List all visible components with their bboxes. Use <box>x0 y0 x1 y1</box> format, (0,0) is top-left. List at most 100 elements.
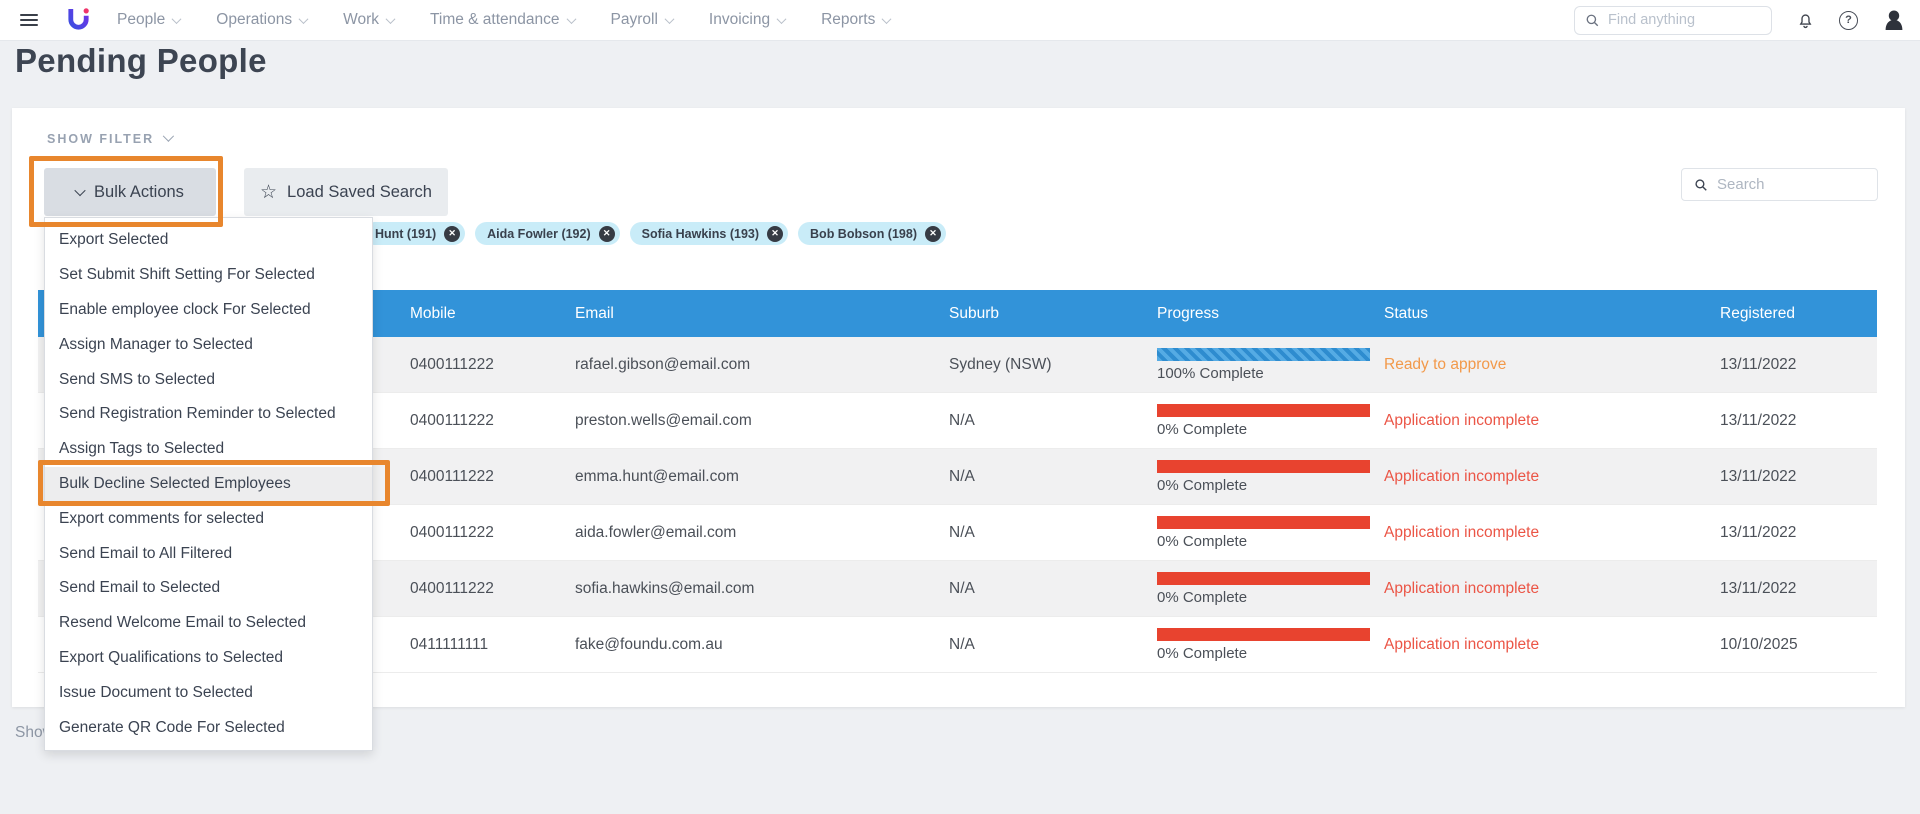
nav-item-invoicing[interactable]: Invoicing <box>709 11 785 29</box>
cell-status: Application incomplete <box>1384 412 1720 430</box>
progress-bar <box>1157 404 1370 417</box>
cell-status: Ready to approve <box>1384 356 1720 374</box>
search-icon <box>1585 13 1600 28</box>
cell-suburb: N/A <box>949 636 1157 654</box>
cell-progress: 100% Complete <box>1157 348 1384 382</box>
cell-status: Application incomplete <box>1384 580 1720 598</box>
cell-suburb: N/A <box>949 468 1157 486</box>
bulk-menu-item[interactable]: Send SMS to Selected <box>45 362 372 397</box>
table-search-input[interactable] <box>1717 176 1847 193</box>
cell-mobile: 0400111222 <box>410 412 575 430</box>
remove-chip-icon[interactable]: ✕ <box>767 226 783 242</box>
bulk-menu-item[interactable]: Assign Tags to Selected <box>45 432 372 467</box>
bulk-menu-item[interactable]: Export Qualifications to Selected <box>45 641 372 676</box>
cell-suburb: N/A <box>949 412 1157 430</box>
show-filter-toggle[interactable]: SHOW FILTER <box>47 132 171 146</box>
remove-chip-icon[interactable]: ✕ <box>925 226 941 242</box>
filter-chip[interactable]: Hunt (191) ✕ <box>363 222 465 245</box>
nav-item-label: Payroll <box>611 11 658 29</box>
cell-registered: 13/11/2022 <box>1720 412 1877 430</box>
cell-registered: 13/11/2022 <box>1720 468 1877 486</box>
cell-mobile: 0400111222 <box>410 468 575 486</box>
user-avatar[interactable] <box>1882 7 1906 33</box>
progress-bar <box>1157 572 1370 585</box>
nav-item-time-attendance[interactable]: Time & attendance <box>430 11 575 29</box>
chevron-down-icon <box>163 131 174 142</box>
page-title: Pending People <box>15 42 267 80</box>
chevron-down-icon <box>386 14 396 24</box>
progress-bar <box>1157 348 1370 361</box>
global-search[interactable] <box>1574 6 1772 35</box>
progress-bar <box>1157 460 1370 473</box>
chevron-down-icon <box>299 14 309 24</box>
filter-chip[interactable]: Aida Fowler (192) ✕ <box>475 222 620 245</box>
cell-suburb: N/A <box>949 580 1157 598</box>
chevron-down-icon <box>664 14 674 24</box>
nav-item-reports[interactable]: Reports <box>821 11 890 29</box>
bulk-menu-item[interactable]: Assign Manager to Selected <box>45 327 372 362</box>
column-header: Suburb <box>949 305 1157 323</box>
chevron-down-icon <box>777 14 787 24</box>
search-icon <box>1694 178 1708 192</box>
progress-label: 0% Complete <box>1157 477 1384 494</box>
filter-chip[interactable]: Bob Bobson (198) ✕ <box>798 222 946 245</box>
cell-mobile: 0400111222 <box>410 580 575 598</box>
bulk-menu-item[interactable]: Generate QR Code For Selected <box>45 710 372 745</box>
bulk-menu-item[interactable]: Set Submit Shift Setting For Selected <box>45 258 372 293</box>
bulk-menu-item[interactable]: Export Selected <box>45 223 372 258</box>
filter-chip-label: Hunt (191) <box>375 227 436 241</box>
cell-registered: 10/10/2025 <box>1720 636 1877 654</box>
nav-item-payroll[interactable]: Payroll <box>611 11 673 29</box>
cell-email: preston.wells@email.com <box>575 412 949 430</box>
remove-chip-icon[interactable]: ✕ <box>599 226 615 242</box>
cell-suburb: N/A <box>949 524 1157 542</box>
nav-item-work[interactable]: Work <box>343 11 394 29</box>
column-header: Status <box>1384 305 1720 323</box>
filter-chip-label: Aida Fowler (192) <box>487 227 591 241</box>
bulk-menu-item[interactable]: Resend Welcome Email to Selected <box>45 606 372 641</box>
bulk-menu-item[interactable]: Enable employee clock For Selected <box>45 293 372 328</box>
bulk-actions-label: Bulk Actions <box>94 183 184 202</box>
nav-right: ? <box>1574 6 1906 35</box>
notifications-button[interactable] <box>1796 11 1815 30</box>
cell-registered: 13/11/2022 <box>1720 580 1877 598</box>
progress-label: 100% Complete <box>1157 365 1384 382</box>
bulk-actions-menu: Export Selected Set Submit Shift Setting… <box>44 217 373 751</box>
bell-icon <box>1796 11 1815 30</box>
help-button[interactable]: ? <box>1839 11 1858 30</box>
bulk-menu-item[interactable]: Issue Document to Selected <box>45 675 372 710</box>
star-icon: ☆ <box>260 183 277 202</box>
bulk-menu-item[interactable]: Export comments for selected <box>45 501 372 536</box>
nav-item-label: Time & attendance <box>430 11 560 29</box>
content-card: SHOW FILTER Bulk Actions ☆ Load Saved Se… <box>12 108 1905 707</box>
bulk-menu-item[interactable]: Bulk Decline Selected Employees <box>45 467 372 502</box>
load-saved-search-button[interactable]: ☆ Load Saved Search <box>244 168 448 216</box>
nav-item-label: People <box>117 11 165 29</box>
filter-chips: Hunt (191) ✕ Aida Fowler (192) ✕ Sofia H… <box>363 222 946 245</box>
remove-chip-icon[interactable]: ✕ <box>444 226 460 242</box>
load-saved-search-label: Load Saved Search <box>287 183 432 202</box>
bulk-menu-item[interactable]: Send Registration Reminder to Selected <box>45 397 372 432</box>
nav-item-operations[interactable]: Operations <box>216 11 307 29</box>
bulk-actions-button[interactable]: Bulk Actions <box>44 168 216 216</box>
bulk-menu-item[interactable]: Send Email to Selected <box>45 571 372 606</box>
cell-suburb: Sydney (NSW) <box>949 356 1157 374</box>
hamburger-menu-icon[interactable] <box>20 14 38 26</box>
app-logo[interactable] <box>66 7 91 34</box>
filter-chip[interactable]: Sofia Hawkins (193) ✕ <box>630 222 788 245</box>
column-header: Registered <box>1720 305 1877 323</box>
nav-item-people[interactable]: People <box>117 11 180 29</box>
column-header: Email <box>575 305 949 323</box>
progress-bar-fill <box>1157 348 1370 361</box>
column-header: Progress <box>1157 305 1384 323</box>
cell-status: Application incomplete <box>1384 524 1720 542</box>
table-search[interactable] <box>1681 168 1878 201</box>
chevron-down-icon <box>882 14 892 24</box>
global-search-input[interactable] <box>1608 12 1748 28</box>
cell-progress: 0% Complete <box>1157 572 1384 606</box>
nav-item-label: Operations <box>216 11 292 29</box>
cell-status: Application incomplete <box>1384 636 1720 654</box>
progress-label: 0% Complete <box>1157 645 1384 662</box>
cell-status: Application incomplete <box>1384 468 1720 486</box>
bulk-menu-item[interactable]: Send Email to All Filtered <box>45 536 372 571</box>
